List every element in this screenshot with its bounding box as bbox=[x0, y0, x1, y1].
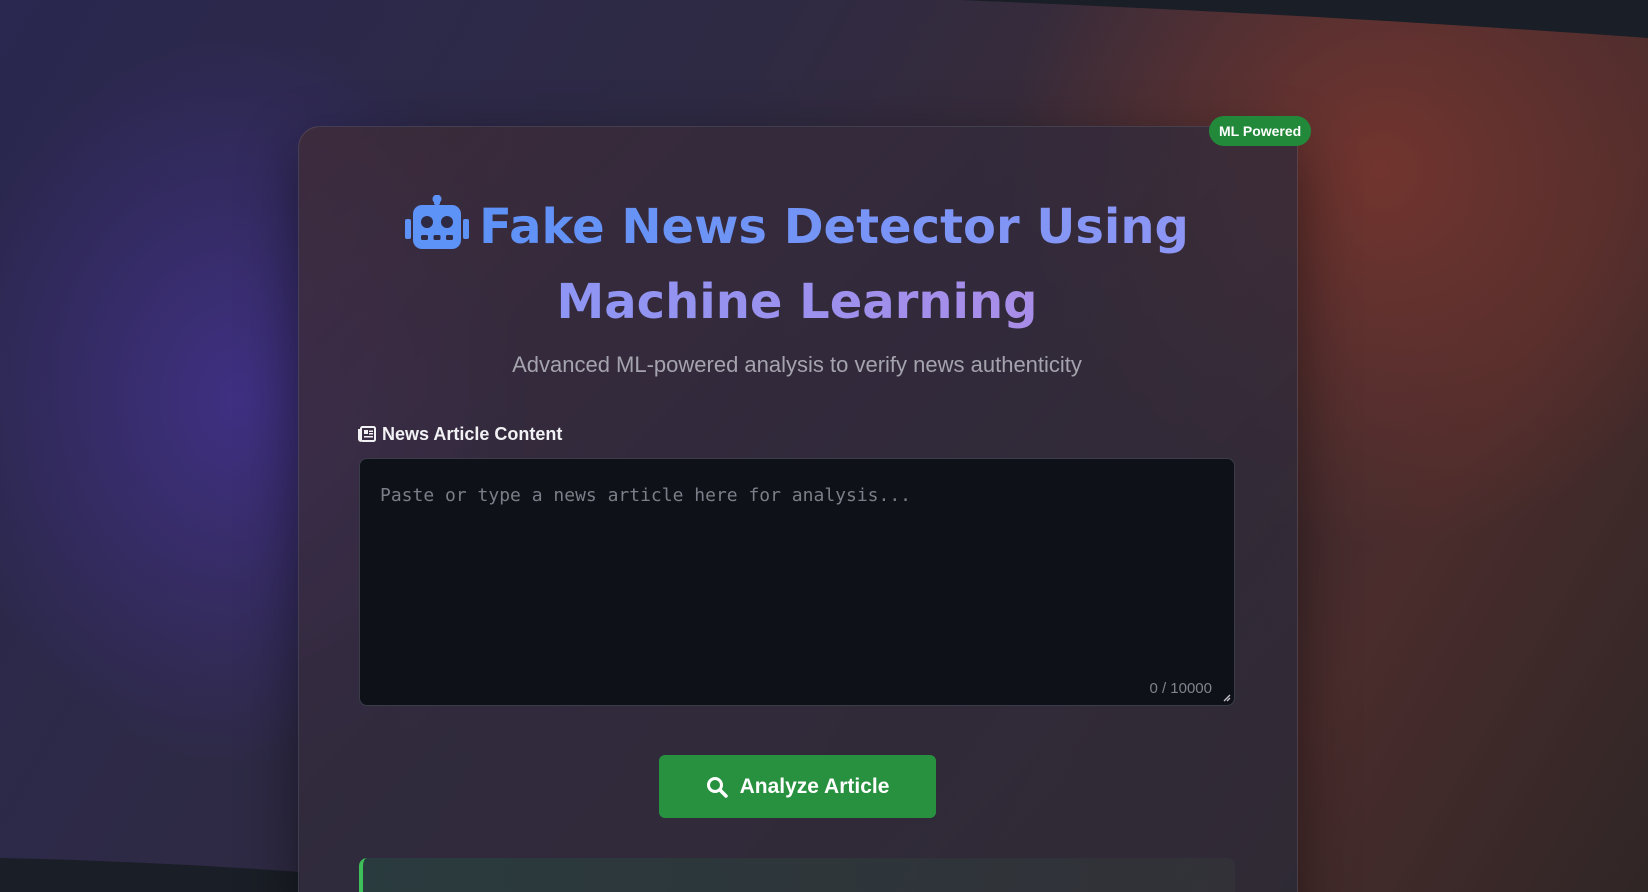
page-subtitle: Advanced ML-powered analysis to verify n… bbox=[512, 352, 1082, 377]
article-textarea-container: 0 / 10000 bbox=[359, 458, 1235, 706]
article-textarea[interactable] bbox=[360, 459, 1234, 705]
analyze-article-label: Analyze Article bbox=[739, 774, 890, 798]
page-title-text: Fake News Detector Using Machine Learnin… bbox=[479, 199, 1189, 330]
resize-handle-icon[interactable] bbox=[1223, 694, 1231, 702]
article-content-label-text: News Article Content bbox=[382, 424, 563, 444]
top-wave-decoration bbox=[960, 0, 1648, 38]
robot-icon bbox=[405, 195, 470, 249]
newspaper-icon bbox=[358, 426, 376, 442]
result-panel bbox=[359, 858, 1235, 892]
article-content-label: News Article Content bbox=[358, 422, 562, 446]
analyze-article-button[interactable]: Analyze Article bbox=[659, 755, 936, 818]
ml-powered-badge: ML Powered bbox=[1209, 116, 1312, 146]
page-title: Fake News Detector Using Machine Learnin… bbox=[348, 190, 1246, 340]
character-count: 0 / 10000 bbox=[1149, 680, 1212, 697]
search-icon bbox=[706, 776, 728, 798]
